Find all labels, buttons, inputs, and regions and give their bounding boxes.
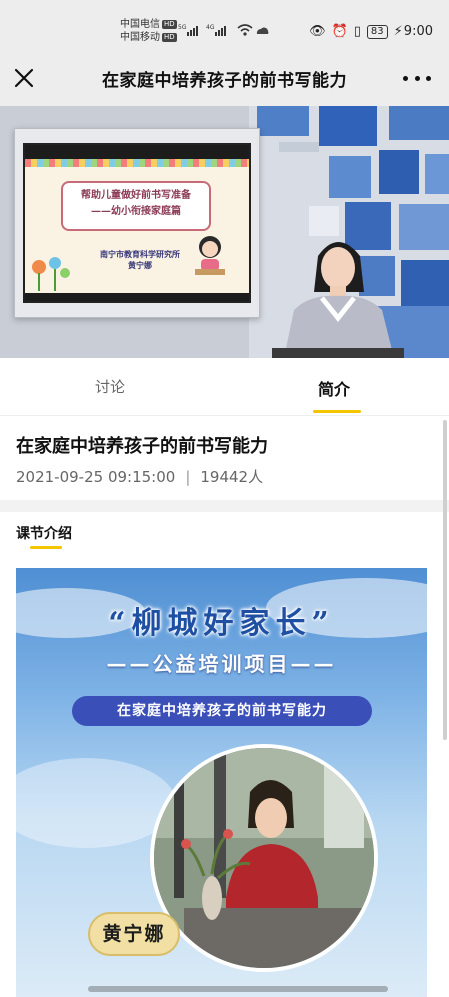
eye-icon: 👁 [309,24,326,39]
network-4g: 4G [206,24,215,31]
section-divider [0,500,449,512]
carrier-info: 中国电信 HD 中国移动 HD [120,18,177,44]
wifi-icon [237,24,269,36]
alarm-icon: ⏰ [331,24,348,39]
tab-discussion[interactable]: 讨论 [95,376,125,397]
section-title: 课节介绍 [16,526,72,542]
tab-introduction[interactable]: 简介 [318,376,350,400]
viewer-count: 19442人 [200,468,264,486]
slide-organization: 南宁市教育科学研究所 黄宁娜 [85,249,195,271]
network-5g: 5G [178,24,187,31]
video-player[interactable]: 帮助儿童做好前书写准备 ——幼小衔接家庭篇 南宁市教育科学研究所 黄宁娜 [0,106,449,358]
lesson-title: 在家庭中培养孩子的前书写能力 [16,436,268,457]
signal-icon: 5G 4G [178,24,226,36]
poster-footer-text [88,986,388,992]
title-bar: 在家庭中培养孩子的前书写能力 [0,50,449,106]
vibrate-icon: ▯ [353,24,361,39]
hd-badge: HD [162,19,177,29]
slide-title: 帮助儿童做好前书写准备 [81,190,191,201]
lesson-datetime: 2021-09-25 09:15:00 [16,468,176,486]
lecture-slide: 帮助儿童做好前书写准备 ——幼小衔接家庭篇 南宁市教育科学研究所 黄宁娜 [23,143,251,303]
charging-icon: ⚡ [393,24,403,39]
tab-bar: 讨论 简介 [0,358,449,416]
page-title: 在家庭中培养孩子的前书写能力 [102,71,347,91]
clock-time: 9:00 [403,24,433,39]
poster-banner: 在家庭中培养孩子的前书写能力 [72,696,372,726]
lesson-meta: 2021-09-25 09:15:00 | 19442人 [16,466,263,487]
child-illustration [195,236,225,275]
battery-indicator: 83 [366,24,388,39]
poster-headline: “柳城好家长” [108,606,335,641]
poster-subtitle: ——公益培训项目—— [106,652,337,676]
close-icon[interactable] [10,64,38,92]
slide-title-box: 帮助儿童做好前书写准备 ——幼小衔接家庭篇 [61,181,211,231]
status-icons: 👁 ⏰ ▯ 83 ⚡ 9:00 [309,24,433,39]
bunting-decoration [25,159,249,167]
meta-separator: | [185,468,191,486]
slide-org-name: 南宁市教育科学研究所 [100,250,180,259]
cloud-icon [256,27,269,34]
slide-subtitle: ——幼小衔接家庭篇 [91,206,181,217]
carrier-2: 中国移动 [120,32,160,43]
slide-author: 黄宁娜 [128,261,152,270]
speaker-photo [150,744,378,972]
flowers-illustration [32,257,70,291]
hd-badge: HD [162,32,177,42]
projector-screen: 帮助儿童做好前书写准备 ——幼小衔接家庭篇 南宁市教育科学研究所 黄宁娜 [14,128,260,318]
scrollbar[interactable] [443,420,447,740]
intro-poster-image: “柳城好家长” ——公益培训项目—— 在家庭中培养孩子的前书写能力 黄宁娜 [16,568,427,997]
carrier-1: 中国电信 [120,19,160,30]
status-bar: 中国电信 HD 中国移动 HD 5G 4G 👁 ⏰ ▯ 83 ⚡ 9:00 [0,0,449,50]
presenter-video [272,242,404,358]
active-tab-indicator [313,410,361,413]
section-underline [30,546,62,549]
speaker-name-badge: 黄宁娜 [88,912,180,956]
more-icon[interactable] [403,68,431,88]
